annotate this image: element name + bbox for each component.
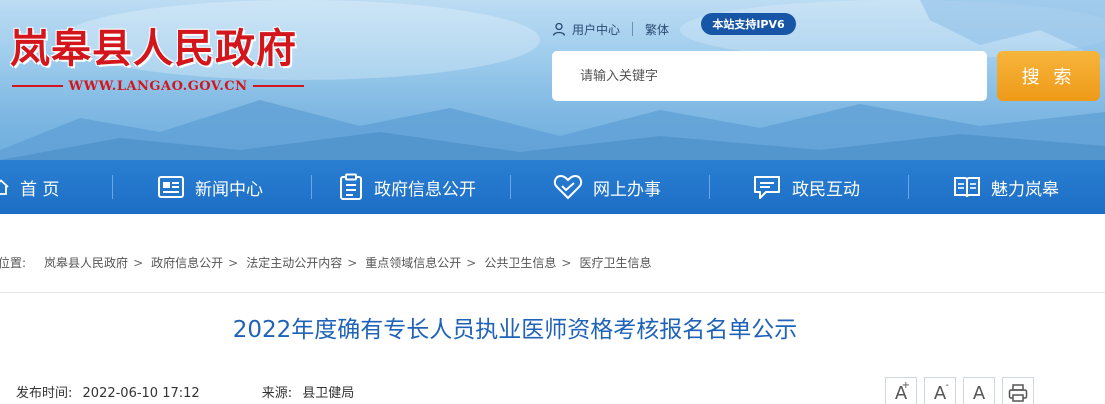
breadcrumb-separator: > xyxy=(228,255,239,270)
nav-divider xyxy=(311,175,312,199)
nav-divider xyxy=(908,175,909,199)
source-label: 来源: xyxy=(261,386,293,401)
nav-label-online-service: 网上办事 xyxy=(593,179,661,200)
nav-item-home[interactable]: 首 页 xyxy=(0,160,59,214)
nav-item-news[interactable]: 新闻中心 xyxy=(157,160,263,214)
breadcrumb-prefix: 位置: xyxy=(0,256,27,270)
article-source: 来源: 县卫健局 xyxy=(262,382,355,401)
minus-sign: - xyxy=(945,380,949,391)
article-meta: 发布时间: 2022-06-10 17:12 来源: 县卫健局 xyxy=(16,382,354,401)
book-icon xyxy=(954,177,980,198)
breadcrumb-separator: > xyxy=(347,255,358,270)
publish-time: 发布时间: 2022-06-10 17:12 xyxy=(16,382,200,401)
main-nav: 首 页 新闻中心 政府信息公开 网上办事 政民互动 魅力岚皋 xyxy=(0,160,1105,214)
plus-sign: + xyxy=(901,380,910,391)
top-links: 用户中心 繁体 xyxy=(552,18,669,40)
breadcrumb-link[interactable]: 政府信息公开 xyxy=(151,254,223,271)
nav-label-gov-info: 政府信息公开 xyxy=(374,179,476,200)
site-url-tagline: WWW.LANGAO.GOV.CN xyxy=(12,76,304,96)
breadcrumb-link[interactable]: 重点领域信息公开 xyxy=(365,254,461,271)
font-reset-button[interactable]: A xyxy=(963,377,995,404)
font-decrease-button[interactable]: A - xyxy=(924,377,956,404)
toplink-divider xyxy=(632,22,634,36)
publish-time-label: 发布时间: xyxy=(16,386,73,401)
nav-label-news: 新闻中心 xyxy=(195,179,263,200)
header-banner: 岚皋县人民政府 WWW.LANGAO.GOV.CN 用户中心 繁体 本站支持IP… xyxy=(0,0,1105,160)
nav-divider xyxy=(510,175,511,199)
nav-label-home: 首 页 xyxy=(20,179,60,200)
print-button[interactable] xyxy=(1002,377,1034,404)
breadcrumb-separator: > xyxy=(561,255,572,270)
heart-hand-icon xyxy=(553,174,583,200)
home-icon xyxy=(0,179,9,195)
breadcrumb-separator: > xyxy=(466,255,477,270)
source-value: 县卫健局 xyxy=(302,386,355,401)
site-logo-title[interactable]: 岚皋县人民政府 xyxy=(10,16,297,74)
search-input[interactable] xyxy=(552,51,987,101)
publish-time-value: 2022-06-10 17:12 xyxy=(82,386,200,401)
clipboard-icon xyxy=(340,173,362,200)
font-reset-label: A xyxy=(972,382,986,404)
news-icon xyxy=(158,176,184,198)
nav-item-interaction[interactable]: 政民互动 xyxy=(752,160,860,214)
user-center-link[interactable]: 用户中心 xyxy=(552,21,620,38)
ipv6-badge: 本站支持IPV6 xyxy=(701,13,796,35)
chat-icon xyxy=(754,176,780,199)
breadcrumb-link-current[interactable]: 医疗卫生信息 xyxy=(579,254,651,271)
user-center-label: 用户中心 xyxy=(572,22,621,37)
breadcrumb-separator: > xyxy=(133,255,144,270)
tagline-line-left xyxy=(12,85,63,87)
site-url-text: WWW.LANGAO.GOV.CN xyxy=(68,78,248,94)
breadcrumb: 位置: 岚皋县人民政府 > 政府信息公开 > 法定主动公开内容 > 重点领域信息… xyxy=(0,233,1105,293)
tagline-line-right xyxy=(253,85,304,87)
search-button[interactable]: 搜 索 xyxy=(997,51,1100,101)
breadcrumb-link[interactable]: 公共卫生信息 xyxy=(484,254,556,271)
nav-divider xyxy=(112,175,113,199)
nav-item-online-service[interactable]: 网上办事 xyxy=(553,160,661,214)
breadcrumb-link[interactable]: 岚皋县人民政府 xyxy=(44,254,128,271)
nav-item-charm-langao[interactable]: 魅力岚皋 xyxy=(953,160,1059,214)
nav-divider xyxy=(709,175,710,199)
article-title: 2022年度确有专长人员执业医师资格考核报名名单公示 xyxy=(232,317,798,343)
font-increase-button[interactable]: A + xyxy=(885,377,917,404)
printer-icon xyxy=(1008,384,1028,402)
breadcrumb-link[interactable]: 法定主动公开内容 xyxy=(246,254,342,271)
user-icon xyxy=(552,22,566,36)
nav-item-gov-info[interactable]: 政府信息公开 xyxy=(338,160,476,214)
nav-label-charm-langao: 魅力岚皋 xyxy=(991,179,1059,200)
nav-label-interaction: 政民互动 xyxy=(792,179,860,200)
article-tools: A + A - A xyxy=(885,377,1034,404)
font-decrease-label: A xyxy=(933,382,947,404)
traditional-chinese-link[interactable]: 繁体 xyxy=(645,21,669,38)
